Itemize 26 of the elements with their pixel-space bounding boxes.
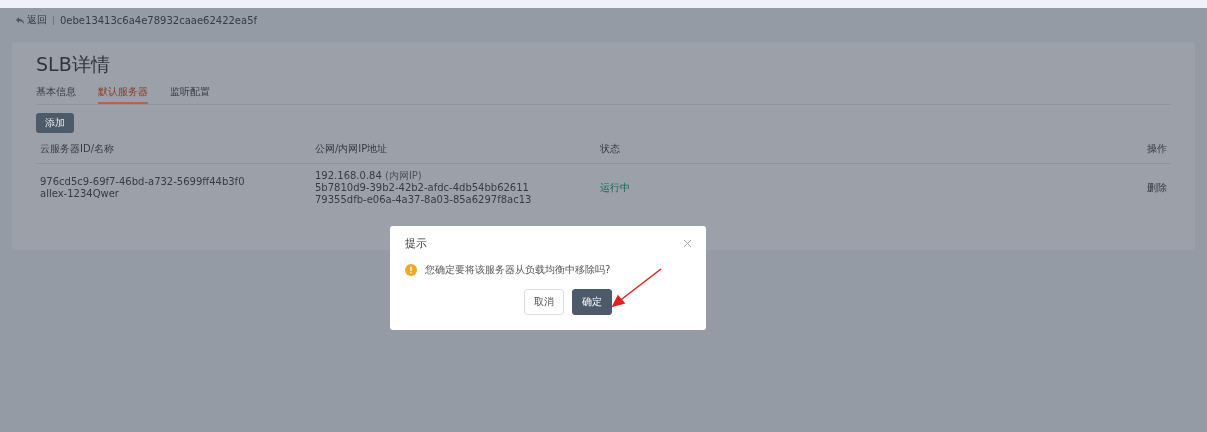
dialog-title: 提示 xyxy=(405,236,427,251)
status-text: 运行中 xyxy=(600,182,630,194)
add-button[interactable]: 添加 xyxy=(36,113,74,133)
tab[interactable]: 默认服务器 xyxy=(98,82,148,104)
cancel-button[interactable]: 取消 xyxy=(524,289,564,315)
annotation-arrow xyxy=(612,268,662,308)
column-header: 公网/内网IP地址 xyxy=(311,135,596,164)
table-cell: 976cd5c9-69f7-46bd-a732-5699ff44b3f0 xyxy=(40,176,245,188)
table-cell: 79355dfb-e06a-4a37-8a03-85a6297f8ac13 xyxy=(315,194,532,206)
column-header: 操作 xyxy=(1111,135,1171,164)
table-cell: 192.168.0.84 (内网IP) xyxy=(315,170,422,182)
confirm-button[interactable]: 确定 xyxy=(572,289,612,315)
close-icon[interactable] xyxy=(684,240,691,247)
column-header: 状态 xyxy=(596,135,1111,164)
page-title: SLB详情 xyxy=(36,52,111,77)
tab[interactable]: 监听配置 xyxy=(170,82,210,104)
delete-link[interactable]: 删除 xyxy=(1147,182,1167,194)
back-link[interactable]: 返回 xyxy=(16,13,47,27)
instance-id: 0ebe13413c6a4e78932caae62422ea5f xyxy=(60,14,258,26)
tab[interactable]: 基本信息 xyxy=(36,82,76,104)
warning-icon xyxy=(405,264,417,276)
back-arrow-icon xyxy=(16,16,24,24)
column-header: 云服务器ID/名称 xyxy=(36,135,311,164)
table-cell: allex-1234Qwer xyxy=(40,188,119,200)
table-cell: 5b7810d9-39b2-42b2-afdc-4db54bb62611 xyxy=(315,182,529,194)
dialog-message: 您确定要将该服务器从负载均衡中移除吗? xyxy=(425,263,611,277)
